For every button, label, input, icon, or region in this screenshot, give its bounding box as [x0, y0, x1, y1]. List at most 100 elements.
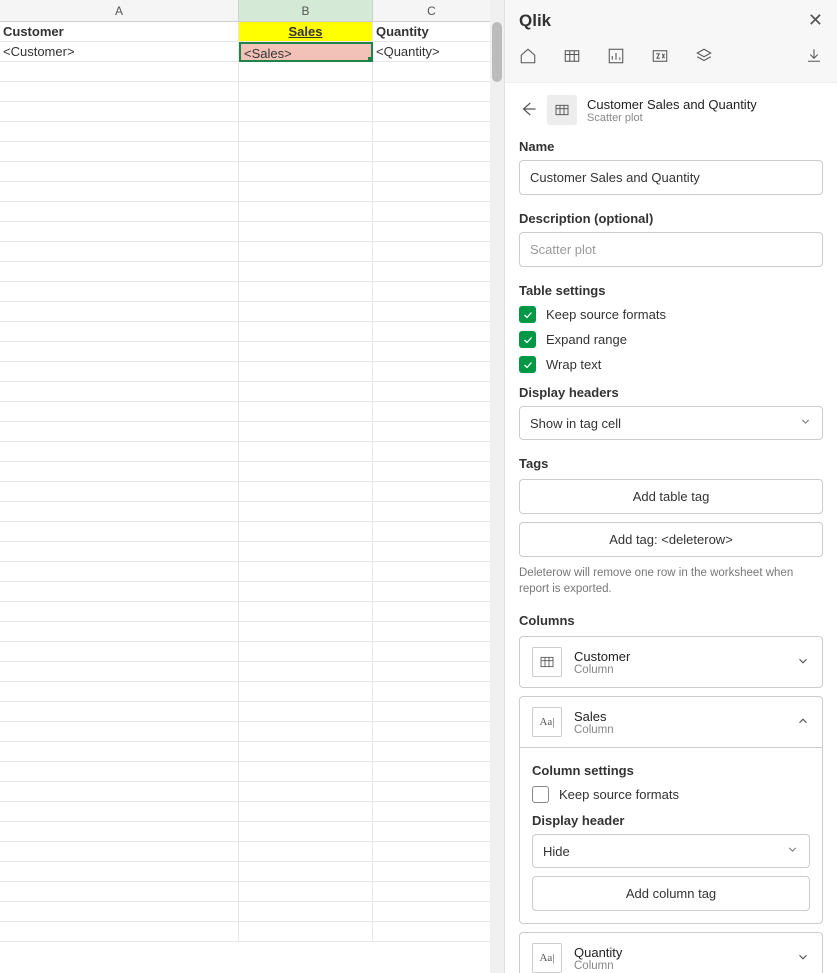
empty-cell[interactable]: [239, 382, 373, 402]
empty-cell[interactable]: [0, 722, 239, 742]
empty-cell[interactable]: [239, 182, 373, 202]
empty-cell[interactable]: [239, 742, 373, 762]
empty-cell[interactable]: [0, 842, 239, 862]
add-column-tag-button[interactable]: Add column tag: [532, 876, 810, 911]
add-table-tag-button[interactable]: Add table tag: [519, 479, 823, 514]
close-icon[interactable]: ✕: [808, 10, 823, 31]
empty-cell[interactable]: [0, 482, 239, 502]
empty-cell[interactable]: [373, 362, 491, 382]
empty-cell[interactable]: [239, 702, 373, 722]
empty-cell[interactable]: [373, 522, 491, 542]
empty-cell[interactable]: [373, 762, 491, 782]
display-headers-select[interactable]: Show in tag cell: [519, 406, 823, 440]
empty-cell[interactable]: [0, 502, 239, 522]
empty-cell[interactable]: [373, 242, 491, 262]
empty-cell[interactable]: [0, 282, 239, 302]
empty-cell[interactable]: [0, 862, 239, 882]
empty-cell[interactable]: [0, 822, 239, 842]
empty-cell[interactable]: [373, 322, 491, 342]
empty-cell[interactable]: [0, 442, 239, 462]
empty-cell[interactable]: [0, 122, 239, 142]
empty-cell[interactable]: [373, 382, 491, 402]
cell-b1[interactable]: Sales: [239, 22, 373, 42]
description-input[interactable]: [519, 232, 823, 267]
empty-cell[interactable]: [373, 142, 491, 162]
empty-cell[interactable]: [373, 602, 491, 622]
empty-cell[interactable]: [0, 562, 239, 582]
empty-cell[interactable]: [239, 882, 373, 902]
empty-cell[interactable]: [0, 222, 239, 242]
empty-cell[interactable]: [0, 542, 239, 562]
keep-formats-checkbox[interactable]: [519, 306, 536, 323]
col-header-a[interactable]: A: [0, 0, 239, 22]
empty-cell[interactable]: [239, 722, 373, 742]
empty-cell[interactable]: [239, 822, 373, 842]
empty-cell[interactable]: [239, 362, 373, 382]
empty-cell[interactable]: [0, 422, 239, 442]
empty-cell[interactable]: [239, 642, 373, 662]
layers-icon[interactable]: [695, 47, 713, 68]
empty-cell[interactable]: [239, 902, 373, 922]
empty-cell[interactable]: [0, 402, 239, 422]
col-header-b[interactable]: B: [239, 0, 373, 22]
chart-icon[interactable]: [607, 47, 625, 68]
column-keep-formats-checkbox[interactable]: [532, 786, 549, 803]
empty-cell[interactable]: [0, 82, 239, 102]
empty-cell[interactable]: [373, 442, 491, 462]
empty-cell[interactable]: [0, 622, 239, 642]
empty-cell[interactable]: [0, 62, 239, 82]
empty-cell[interactable]: [0, 162, 239, 182]
empty-cell[interactable]: [239, 302, 373, 322]
empty-cell[interactable]: [373, 122, 491, 142]
empty-cell[interactable]: [373, 202, 491, 222]
empty-cell[interactable]: [373, 722, 491, 742]
empty-cell[interactable]: [239, 142, 373, 162]
cell-b2-selected[interactable]: <Sales>: [239, 42, 373, 62]
empty-cell[interactable]: [373, 802, 491, 822]
add-deleterow-button[interactable]: Add tag: <deleterow>: [519, 522, 823, 557]
empty-cell[interactable]: [373, 282, 491, 302]
empty-cell[interactable]: [373, 102, 491, 122]
wrap-text-checkbox[interactable]: [519, 356, 536, 373]
empty-cell[interactable]: [373, 342, 491, 362]
empty-cell[interactable]: [0, 142, 239, 162]
empty-cell[interactable]: [0, 382, 239, 402]
formula-icon[interactable]: [651, 47, 669, 68]
empty-cell[interactable]: [239, 862, 373, 882]
empty-cell[interactable]: [373, 842, 491, 862]
empty-cell[interactable]: [373, 402, 491, 422]
empty-cell[interactable]: [239, 442, 373, 462]
empty-cell[interactable]: [373, 702, 491, 722]
cell-a2[interactable]: <Customer>: [0, 42, 239, 62]
empty-cell[interactable]: [239, 562, 373, 582]
empty-cell[interactable]: [239, 202, 373, 222]
empty-cell[interactable]: [0, 662, 239, 682]
empty-cell[interactable]: [373, 482, 491, 502]
empty-cell[interactable]: [0, 602, 239, 622]
empty-cell[interactable]: [239, 402, 373, 422]
table-icon[interactable]: [563, 47, 581, 68]
scrollbar-thumb[interactable]: [492, 22, 502, 82]
empty-cell[interactable]: [0, 882, 239, 902]
empty-cell[interactable]: [373, 582, 491, 602]
empty-cell[interactable]: [0, 742, 239, 762]
empty-cell[interactable]: [239, 622, 373, 642]
empty-cell[interactable]: [0, 302, 239, 322]
empty-cell[interactable]: [0, 242, 239, 262]
empty-cell[interactable]: [0, 462, 239, 482]
empty-cell[interactable]: [239, 162, 373, 182]
empty-cell[interactable]: [239, 62, 373, 82]
empty-cell[interactable]: [239, 462, 373, 482]
cell-a1[interactable]: Customer: [0, 22, 239, 42]
empty-cell[interactable]: [373, 822, 491, 842]
empty-cell[interactable]: [0, 902, 239, 922]
empty-cell[interactable]: [239, 502, 373, 522]
empty-cell[interactable]: [0, 182, 239, 202]
empty-cell[interactable]: [239, 422, 373, 442]
empty-cell[interactable]: [239, 262, 373, 282]
empty-cell[interactable]: [373, 862, 491, 882]
home-icon[interactable]: [519, 47, 537, 68]
empty-cell[interactable]: [239, 482, 373, 502]
empty-cell[interactable]: [0, 802, 239, 822]
empty-cell[interactable]: [373, 782, 491, 802]
